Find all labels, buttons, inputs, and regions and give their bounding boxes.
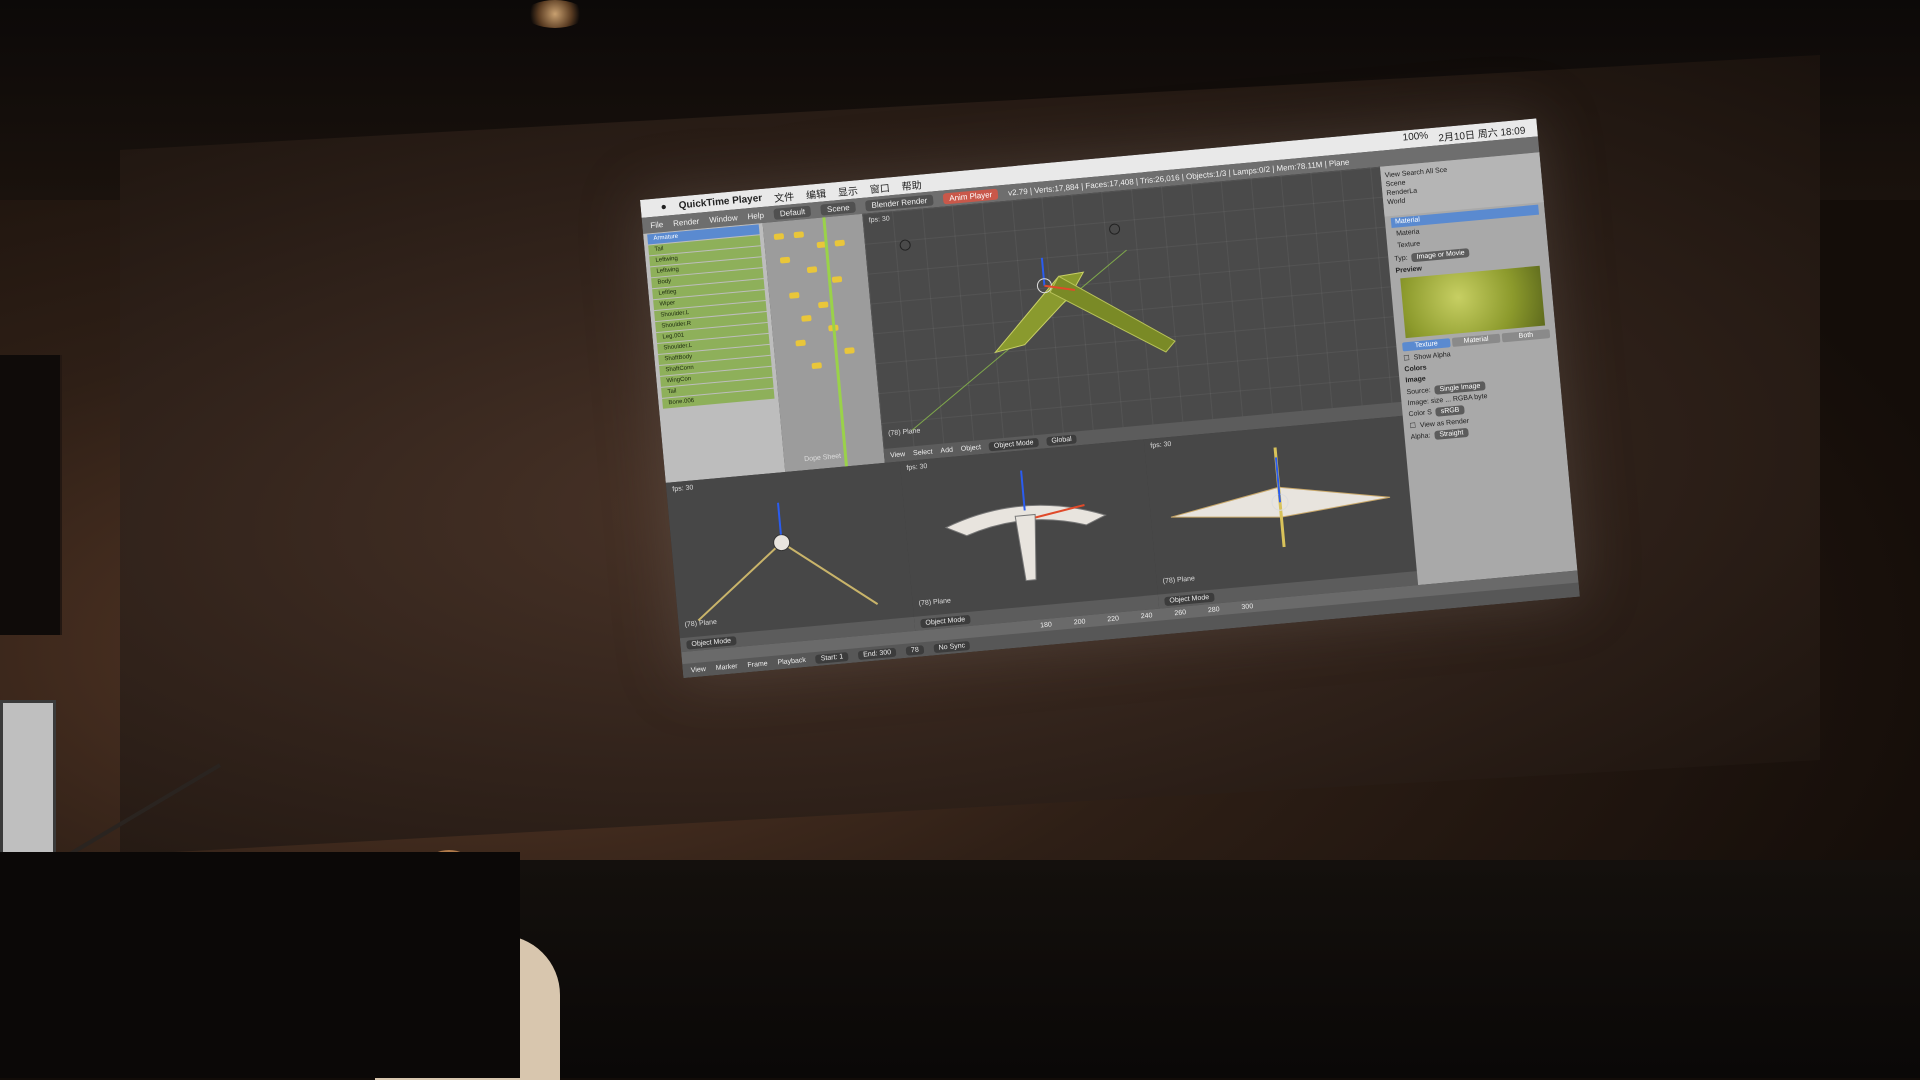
outliner-filter[interactable]: All Sce bbox=[1425, 167, 1447, 176]
sync-mode-select[interactable]: No Sync bbox=[933, 640, 971, 653]
tick-label: 240 bbox=[1140, 611, 1153, 620]
current-frame-field[interactable]: 78 bbox=[905, 644, 925, 656]
menu-item[interactable]: 显示 bbox=[837, 182, 858, 199]
texture-preview bbox=[1400, 265, 1546, 339]
menu-item[interactable]: 窗口 bbox=[869, 179, 890, 196]
tick-label: 220 bbox=[1106, 614, 1120, 623]
menu-marker[interactable]: Marker bbox=[715, 663, 737, 672]
source-select[interactable]: Single Image bbox=[1434, 381, 1486, 395]
tick-label: 260 bbox=[1174, 608, 1187, 617]
podium bbox=[0, 852, 520, 1078]
creature-model-top[interactable] bbox=[1144, 416, 1417, 595]
tab-texture[interactable]: Texture bbox=[1402, 338, 1451, 352]
keyframe[interactable] bbox=[844, 347, 855, 355]
microphone bbox=[58, 763, 222, 860]
keyframe[interactable] bbox=[789, 291, 800, 299]
outliner-search[interactable]: Search bbox=[1401, 169, 1424, 178]
wall-speaker bbox=[0, 355, 62, 635]
menu-item[interactable]: 文件 bbox=[773, 188, 795, 205]
checkbox-icon: ☐ bbox=[1409, 422, 1417, 431]
keyframe[interactable] bbox=[793, 231, 805, 239]
podium-monitor bbox=[0, 700, 56, 856]
field-label: Color S bbox=[1408, 409, 1433, 419]
menu-file[interactable]: File bbox=[650, 220, 664, 230]
menu-object[interactable]: Object bbox=[961, 444, 982, 453]
creature-model-side[interactable] bbox=[900, 439, 1158, 617]
main-3d-viewport[interactable]: fps: 30 (78) Plane View Select Add Objec… bbox=[862, 166, 1403, 463]
tick-label: 200 bbox=[1073, 617, 1086, 626]
alpha-select[interactable]: Straight bbox=[1434, 427, 1469, 440]
projected-screen: ● QuickTime Player 文件 编辑 显示 窗口 帮助 100% 2… bbox=[640, 118, 1580, 679]
side-viewport[interactable]: fps: 30 (78) Plane Object Mode bbox=[899, 439, 1160, 631]
creature-model-front[interactable] bbox=[666, 462, 914, 639]
layout-selector[interactable]: Default bbox=[773, 205, 812, 220]
scene-selector[interactable]: Scene bbox=[820, 201, 857, 216]
keyframe[interactable] bbox=[818, 301, 829, 309]
menu-playback[interactable]: Playback bbox=[777, 656, 806, 666]
start-frame-field[interactable]: Start: 1 bbox=[815, 651, 849, 664]
checkbox-icon: ☐ bbox=[1403, 354, 1411, 363]
tab-material[interactable]: Material bbox=[1451, 333, 1501, 347]
keyframe[interactable] bbox=[773, 233, 785, 241]
menu-window[interactable]: Window bbox=[709, 213, 738, 225]
keyframe[interactable] bbox=[779, 256, 791, 264]
keyframe[interactable] bbox=[831, 276, 843, 283]
keyframe[interactable] bbox=[795, 339, 806, 347]
apple-icon[interactable]: ● bbox=[660, 201, 667, 213]
menu-item[interactable]: 帮助 bbox=[901, 176, 922, 193]
battery-status: 100% bbox=[1402, 129, 1429, 144]
channel-list: Armature Tail Leftwing Leftwing Body Lef… bbox=[643, 222, 786, 483]
field-label: Source: bbox=[1406, 387, 1431, 397]
menu-select[interactable]: Select bbox=[913, 448, 933, 457]
menu-view[interactable]: View bbox=[890, 451, 906, 459]
tick-label: 300 bbox=[1241, 602, 1254, 611]
orientation-selector[interactable]: Global bbox=[1046, 433, 1077, 446]
editor-type-label[interactable]: Dope Sheet bbox=[804, 453, 841, 463]
menu-view[interactable]: View bbox=[691, 665, 707, 673]
field-label: Typ: bbox=[1394, 254, 1408, 263]
front-viewport[interactable]: fps: 30 (78) Plane Object Mode bbox=[665, 461, 916, 653]
menu-help[interactable]: Help bbox=[747, 210, 764, 220]
tick-label: 280 bbox=[1207, 605, 1220, 614]
menu-item[interactable]: 编辑 bbox=[805, 185, 827, 202]
texture-type-select[interactable]: Image or Movie bbox=[1411, 248, 1471, 263]
menu-render[interactable]: Render bbox=[673, 216, 700, 227]
menu-add[interactable]: Add bbox=[940, 446, 953, 454]
keyframe[interactable] bbox=[801, 314, 812, 322]
color-space-select[interactable]: sRGB bbox=[1435, 405, 1465, 417]
field-label: Alpha: bbox=[1410, 432, 1431, 442]
tab-both[interactable]: Both bbox=[1501, 329, 1551, 343]
stage-light bbox=[525, 0, 585, 28]
tick-label: 180 bbox=[1039, 620, 1053, 629]
keyframe[interactable] bbox=[811, 362, 822, 370]
keyframe[interactable] bbox=[834, 239, 845, 247]
menu-frame[interactable]: Frame bbox=[747, 660, 768, 669]
end-frame-field[interactable]: End: 300 bbox=[857, 647, 897, 660]
top-viewport[interactable]: fps: 30 (78) Plane Object Mode bbox=[1143, 415, 1419, 609]
keyframe[interactable] bbox=[806, 266, 818, 274]
checkbox-label: View as Render bbox=[1419, 417, 1470, 429]
outliner-view[interactable]: View bbox=[1385, 171, 1401, 179]
creature-model[interactable] bbox=[862, 167, 1401, 449]
checkbox-label: Show Alpha bbox=[1413, 350, 1451, 362]
